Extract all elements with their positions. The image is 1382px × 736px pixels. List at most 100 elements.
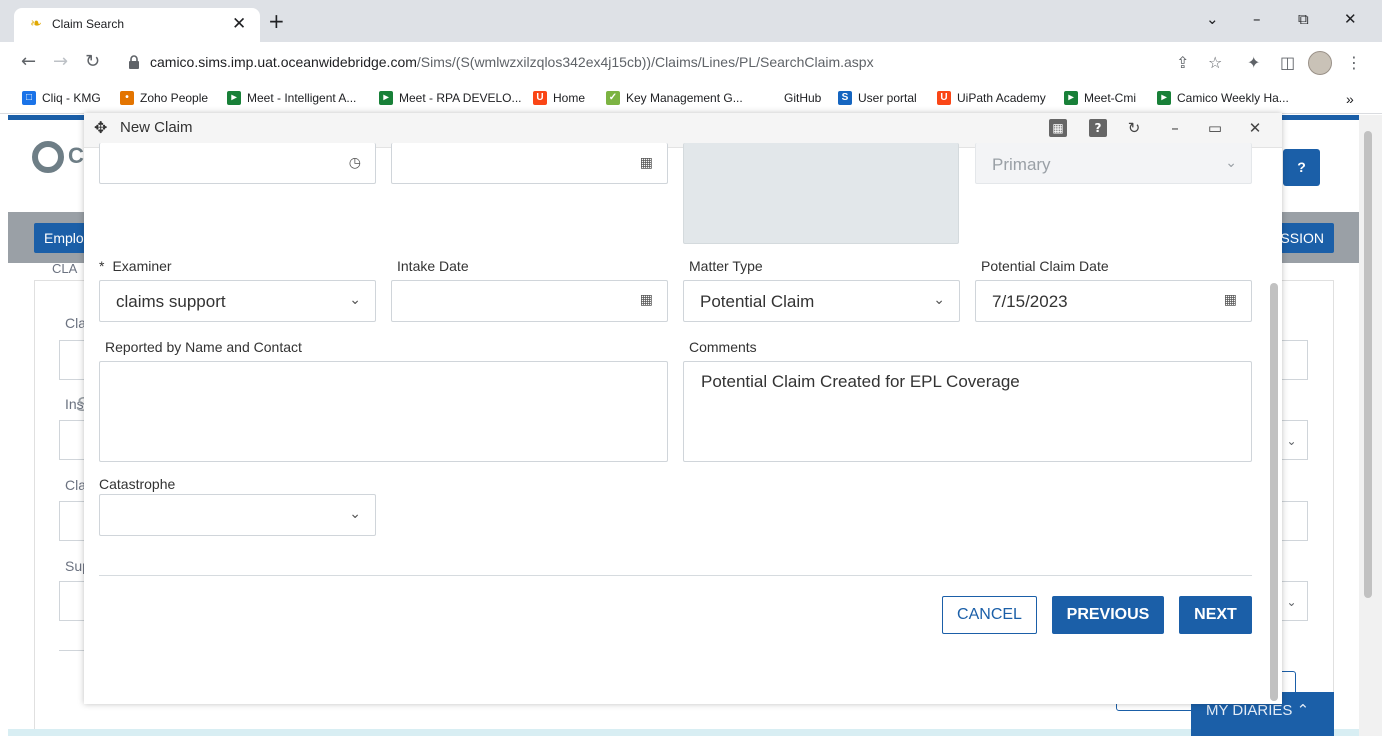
uipath-icon: U	[533, 91, 547, 105]
calendar-icon[interactable]: ▦	[640, 292, 653, 308]
bookmark-meet-rpa[interactable]: ▸ Meet - RPA DEVELO...	[379, 91, 521, 105]
key-management-icon: ✓	[606, 91, 620, 105]
date-field-top[interactable]: ▦	[391, 143, 668, 184]
examiner-value: claims support	[116, 292, 226, 311]
page-scrollbar[interactable]	[1359, 115, 1382, 736]
bookmark-meet-cmi[interactable]: ▸ Meet-Cmi	[1064, 91, 1136, 105]
chevron-up-icon: ⌃	[1296, 702, 1310, 719]
chevron-down-icon[interactable]: ⌄	[349, 506, 361, 522]
browser-menu-icon[interactable]: ⋮	[1346, 53, 1362, 72]
bookmark-camico-weekly[interactable]: ▸ Camico Weekly Ha...	[1157, 91, 1289, 105]
reported-by-textarea[interactable]	[99, 361, 668, 462]
required-marker: *	[99, 258, 105, 274]
minimize-window-icon[interactable]: –	[1253, 10, 1261, 28]
bookmark-key-management[interactable]: ✓ Key Management G...	[606, 91, 743, 105]
chevron-down-icon[interactable]: ⌄	[1225, 155, 1237, 171]
bookmark-user-portal[interactable]: S User portal	[838, 91, 917, 105]
bookmark-github[interactable]: GitHub	[764, 91, 821, 105]
section-label: CLA	[52, 261, 78, 276]
bookmark-meet-intelligent[interactable]: ▸ Meet - Intelligent A...	[227, 91, 356, 105]
move-icon[interactable]: ✥	[94, 118, 107, 137]
bookmark-uipath-academy[interactable]: U UiPath Academy	[937, 91, 1046, 105]
matter-type-value: Potential Claim	[700, 292, 815, 311]
github-icon	[764, 91, 778, 105]
time-field[interactable]: ◷	[99, 143, 376, 184]
help-icon[interactable]: ?	[1089, 119, 1107, 137]
bookmark-cliq-icon: □	[22, 91, 36, 105]
coverage-type-value: Primary	[992, 155, 1051, 174]
new-claim-modal: ✥ New Claim ▦ ? ↻ – ▭ ✕ ◷ ▦ Primary ⌄ * E…	[84, 113, 1282, 704]
modal-divider	[99, 575, 1252, 576]
browser-tab[interactable]: ❧ Claim Search ✕	[14, 8, 260, 42]
catastrophe-select[interactable]: ⌄	[99, 494, 376, 536]
forward-icon[interactable]: →	[53, 52, 68, 72]
calculator-icon[interactable]: ▦	[1049, 119, 1067, 137]
refresh-icon[interactable]: ↻	[1125, 119, 1143, 137]
examiner-select[interactable]: claims support ⌄	[99, 280, 376, 322]
close-window-icon[interactable]: ✕	[1344, 10, 1357, 28]
page-footer-strip	[8, 729, 1359, 736]
bookmarks-overflow[interactable]: »	[1346, 91, 1354, 107]
profile-avatar[interactable]	[1308, 51, 1332, 75]
close-tab-icon[interactable]: ✕	[232, 14, 246, 34]
site-favicon-icon: ❧	[30, 16, 42, 32]
calendar-icon[interactable]: ▦	[640, 155, 653, 171]
previous-button[interactable]: PREVIOUS	[1052, 596, 1164, 634]
help-button[interactable]: ?	[1283, 149, 1320, 186]
chevron-down-icon[interactable]: ⌄	[933, 292, 945, 308]
modal-scrollbar-thumb[interactable]	[1270, 283, 1278, 701]
next-button[interactable]: NEXT	[1179, 596, 1252, 634]
browser-tabstrip: ❧ Claim Search ✕ + ⌄ – ⧉ ✕	[0, 0, 1382, 42]
bookmark-star-icon[interactable]: ☆	[1208, 53, 1222, 72]
meet-icon: ▸	[379, 91, 393, 105]
bookmark-zoho-icon: •	[120, 91, 134, 105]
examiner-label: * Examiner	[99, 258, 172, 274]
share-icon[interactable]: ⇪	[1176, 53, 1189, 72]
claimant-label: Cla	[65, 477, 87, 493]
minimize-modal-icon[interactable]: –	[1166, 119, 1184, 137]
meet-icon: ▸	[1064, 91, 1078, 105]
matter-type-select[interactable]: Potential Claim ⌄	[683, 280, 960, 322]
coverage-type-select[interactable]: Primary ⌄	[975, 143, 1252, 184]
calendar-icon[interactable]: ▦	[1224, 292, 1237, 308]
tab-title: Claim Search	[52, 17, 125, 31]
uipath-icon: U	[937, 91, 951, 105]
claim-label: Cla	[65, 315, 87, 331]
intake-date-label: Intake Date	[397, 258, 469, 274]
maximize-modal-icon[interactable]: ▭	[1206, 119, 1224, 137]
reload-icon[interactable]: ↻	[85, 52, 100, 72]
back-icon[interactable]: ←	[21, 52, 36, 72]
intake-date-input[interactable]: ▦	[391, 280, 668, 322]
comments-textarea[interactable]: Potential Claim Created for EPL Coverage	[683, 361, 1252, 462]
restore-window-icon[interactable]: ⧉	[1298, 10, 1309, 28]
tab-search-icon[interactable]: ⌄	[1206, 10, 1219, 28]
camico-logo-icon	[32, 141, 64, 173]
close-modal-icon[interactable]: ✕	[1246, 119, 1264, 137]
potential-claim-date-label: Potential Claim Date	[981, 258, 1109, 274]
bookmark-cliq[interactable]: □ Cliq - KMG	[22, 91, 101, 105]
user-portal-icon: S	[838, 91, 852, 105]
catastrophe-label: Catastrophe	[99, 476, 176, 492]
chevron-down-icon[interactable]: ⌄	[349, 292, 361, 308]
bookmark-zoho[interactable]: • Zoho People	[120, 91, 208, 105]
cancel-button[interactable]: CANCEL	[942, 596, 1037, 634]
readonly-box	[683, 143, 959, 244]
url-host: camico.sims.imp.uat.oceanwidebridge.com	[150, 54, 417, 70]
modal-title: New Claim	[120, 119, 193, 136]
meet-icon: ▸	[227, 91, 241, 105]
lock-icon[interactable]	[128, 55, 140, 69]
page-scrollbar-thumb[interactable]	[1364, 131, 1372, 598]
matter-type-label: Matter Type	[689, 258, 763, 274]
address-bar[interactable]: camico.sims.imp.uat.oceanwidebridge.com/…	[150, 54, 874, 70]
side-panel-icon[interactable]: ◫	[1280, 53, 1295, 72]
new-tab-icon[interactable]: +	[268, 11, 285, 31]
camico-logo-text: C	[68, 143, 84, 168]
bookmark-home[interactable]: U Home	[533, 91, 585, 105]
potential-claim-date-input[interactable]: 7/15/2023 ▦	[975, 280, 1252, 322]
extensions-icon[interactable]: ✦	[1247, 53, 1260, 72]
meet-icon: ▸	[1157, 91, 1171, 105]
url-path: /Sims/(S(wmlwzxilzqlos342ex4j15cb))/Clai…	[416, 54, 874, 70]
potential-claim-date-value: 7/15/2023	[992, 292, 1068, 311]
clock-icon[interactable]: ◷	[349, 155, 361, 171]
reported-by-label: Reported by Name and Contact	[105, 339, 302, 355]
